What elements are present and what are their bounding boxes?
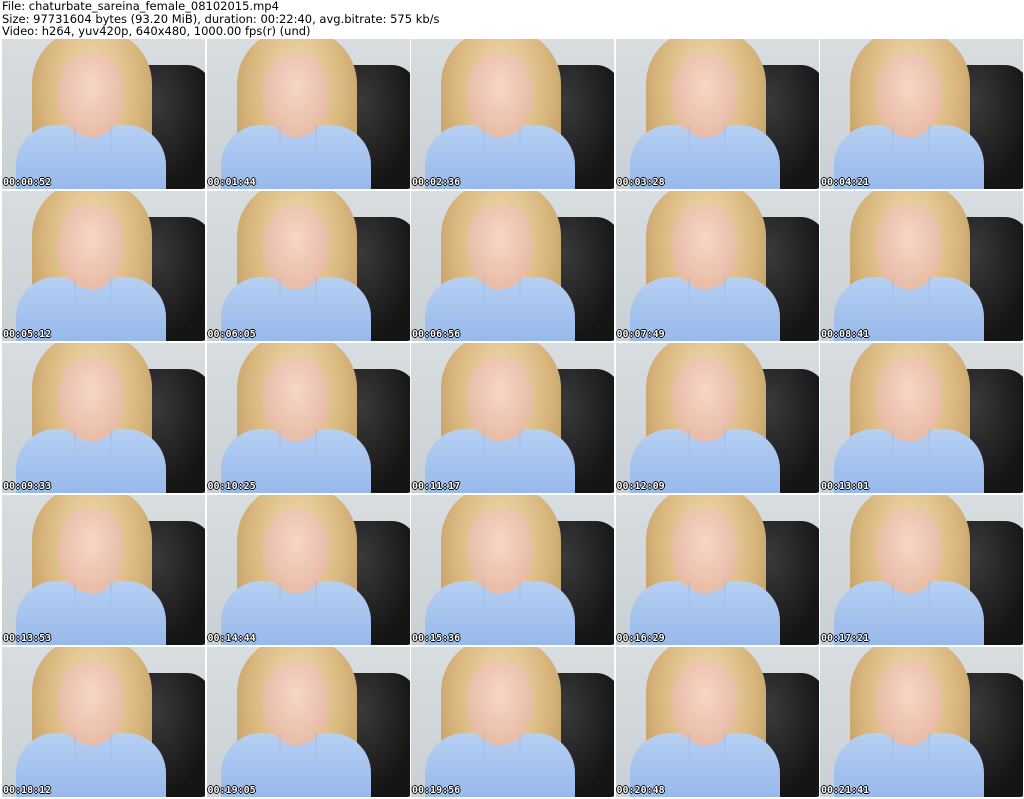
thumbnail-timestamp: 00:09:33 [3,481,52,492]
thumbnail-timestamp: 00:19:05 [207,785,256,796]
thumbnail: 00:07:49 [615,191,819,341]
thumbnail: 00:21:41 [820,647,1023,797]
thumbnail: 00:13:01 [820,343,1023,493]
thumbnail-timestamp: 00:04:21 [821,177,870,188]
thumbnail: 00:11:17 [411,343,614,493]
thumbnail: 00:19:05 [206,647,410,797]
thumbnail: 00:17:21 [820,495,1023,645]
thumbnail: 00:02:36 [411,39,614,189]
thumbnail-timestamp: 00:01:44 [207,177,256,188]
thumbnail: 00:06:56 [411,191,614,341]
file-name-line: File: chaturbate_sareina_female_08102015… [2,0,279,13]
thumbnail: 00:00:52 [2,39,205,189]
thumbnail-timestamp: 00:13:01 [821,481,870,492]
thumbnail-timestamp: 00:19:56 [412,785,461,796]
thumbnail: 00:03:28 [615,39,819,189]
thumbnail: 00:06:05 [206,191,410,341]
thumbnail-timestamp: 00:06:56 [412,329,461,340]
thumbnail-timestamp: 00:08:41 [821,329,870,340]
thumbnail-timestamp: 00:03:28 [616,177,665,188]
thumbnail: 00:19:56 [411,647,614,797]
thumbnail: 00:04:21 [820,39,1023,189]
thumbnail: 00:10:25 [206,343,410,493]
thumbnail: 00:12:09 [615,343,819,493]
thumbnail-timestamp: 00:14:44 [207,633,256,644]
thumbnail: 00:08:41 [820,191,1023,341]
thumbnail: 00:18:12 [2,647,205,797]
thumbnail-timestamp: 00:21:41 [821,785,870,796]
file-info-header: File: chaturbate_sareina_female_08102015… [2,0,1022,38]
thumbnail: 00:14:44 [206,495,410,645]
thumbnail-timestamp: 00:12:09 [616,481,665,492]
thumbnail-timestamp: 00:18:12 [3,785,52,796]
thumbnail-grid: 00:00:52 00:01:44 00:02:36 00:03:28 00:0… [2,39,1023,799]
thumbnail-timestamp: 00:13:53 [3,633,52,644]
video-info-line: Video: h264, yuv420p, 640x480, 1000.00 f… [2,24,311,38]
thumbnail-timestamp: 00:16:29 [616,633,665,644]
thumbnail: 00:15:36 [411,495,614,645]
thumbnail: 00:13:53 [2,495,205,645]
thumbnail-timestamp: 00:17:21 [821,633,870,644]
thumbnail-timestamp: 00:06:05 [207,329,256,340]
thumbnail: 00:09:33 [2,343,205,493]
thumbnail-timestamp: 00:20:48 [616,785,665,796]
thumbnail: 00:20:48 [615,647,819,797]
thumbnail-timestamp: 00:07:49 [616,329,665,340]
thumbnail-timestamp: 00:15:36 [412,633,461,644]
thumbnail: 00:01:44 [206,39,410,189]
thumbnail: 00:16:29 [615,495,819,645]
thumbnail-timestamp: 00:05:12 [3,329,52,340]
thumbnail: 00:05:12 [2,191,205,341]
thumbnail-timestamp: 00:02:36 [412,177,461,188]
thumbnail-timestamp: 00:10:25 [207,481,256,492]
thumbnail-timestamp: 00:11:17 [412,481,461,492]
thumbnail-timestamp: 00:00:52 [3,177,52,188]
